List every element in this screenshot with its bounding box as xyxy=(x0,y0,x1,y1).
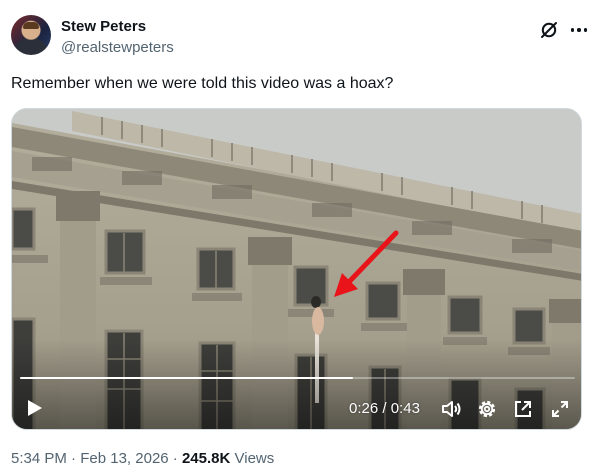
post-date[interactable]: Feb 13, 2026 xyxy=(80,450,168,467)
views-label: Views xyxy=(234,450,275,467)
video-progress-fill xyxy=(20,377,353,379)
video-controls: 0:26 / 0:43 xyxy=(12,389,581,425)
settings-gear-icon[interactable] xyxy=(476,398,498,420)
volume-icon[interactable] xyxy=(440,398,462,420)
tweet-text: Remember when we were told this video wa… xyxy=(11,75,394,92)
duration: 0:43 xyxy=(390,400,420,417)
fullscreen-icon[interactable] xyxy=(549,398,571,420)
post-time[interactable]: 5:34 PM xyxy=(11,450,67,467)
popout-icon[interactable] xyxy=(512,398,534,420)
avatar[interactable] xyxy=(11,15,51,55)
current-time: 0:26 xyxy=(349,400,379,417)
footer-dot: · xyxy=(71,450,77,467)
more-options-icon[interactable] xyxy=(568,20,590,40)
video-frame xyxy=(12,109,581,429)
author-name[interactable]: Stew Peters xyxy=(61,18,146,35)
grok-icon[interactable] xyxy=(539,20,559,40)
video-time: 0:26 / 0:43 xyxy=(349,400,420,417)
views-count: 245.8K xyxy=(181,450,231,467)
time-separator: / xyxy=(382,400,387,417)
tweet-header: Stew Peters @realstewpeters xyxy=(11,15,591,59)
video-player[interactable]: 0:26 / 0:43 xyxy=(11,108,582,430)
video-progress-bar[interactable] xyxy=(20,377,575,379)
footer-dot: · xyxy=(172,450,178,467)
author-handle[interactable]: @realstewpeters xyxy=(61,39,174,56)
tweet-footer: 5:34 PM · Feb 13, 2026 · 245.8K Views xyxy=(11,450,274,467)
play-icon[interactable] xyxy=(26,398,44,418)
